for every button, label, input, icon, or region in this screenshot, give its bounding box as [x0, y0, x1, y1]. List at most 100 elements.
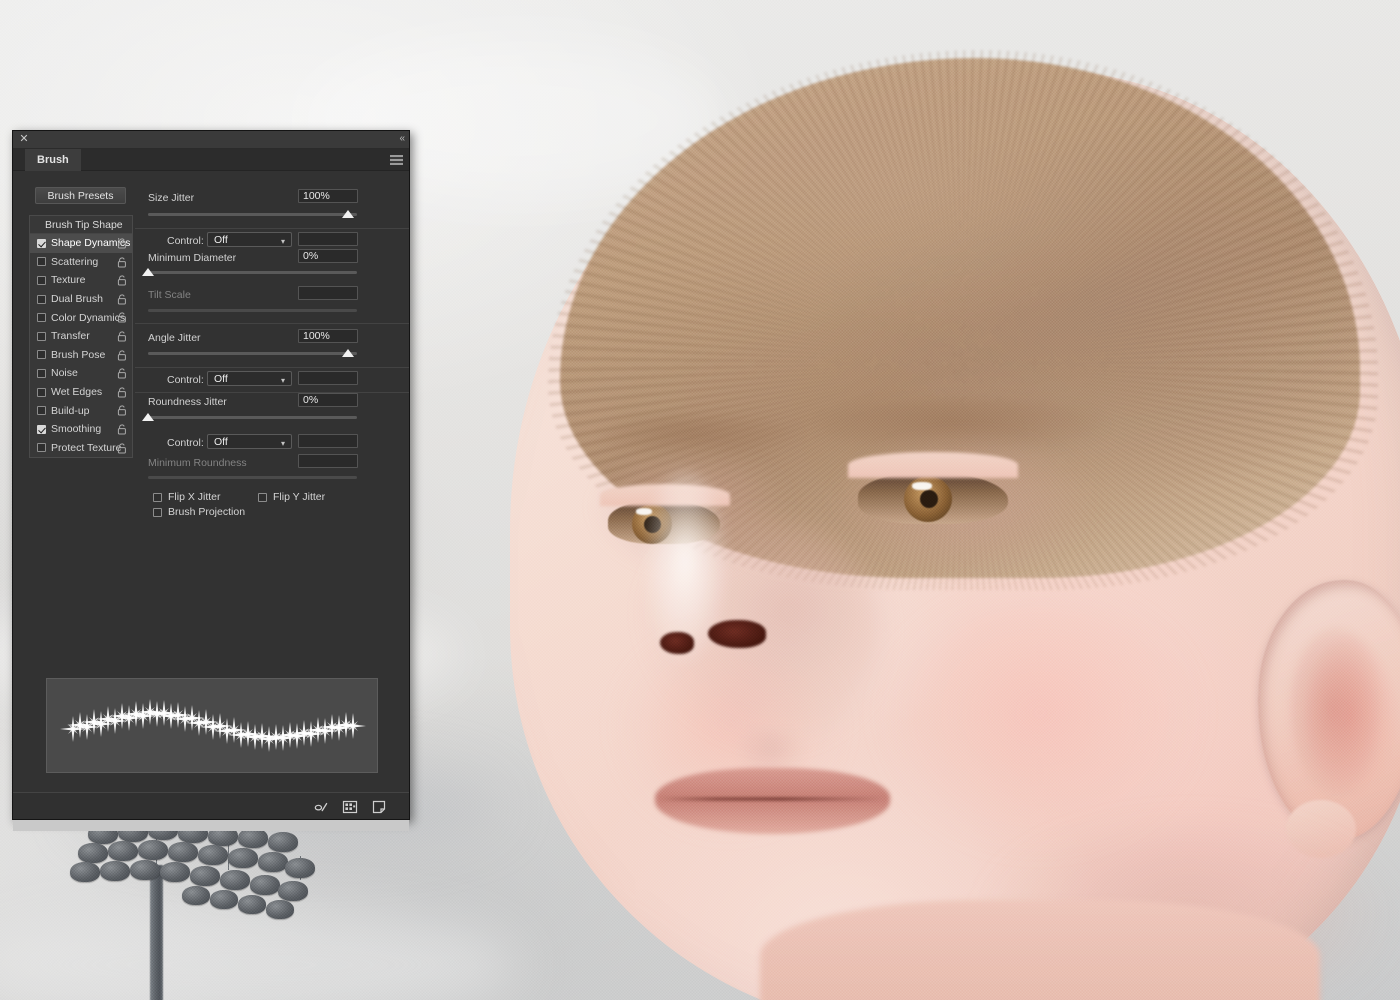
- minimum-roundness-slider-track: [148, 476, 357, 479]
- floodlight-lamp: [285, 858, 315, 878]
- angle-jitter-label: Angle Jitter: [148, 332, 201, 344]
- roundness-control-aux-value[interactable]: [298, 434, 358, 448]
- option-scattering[interactable]: Scattering: [30, 253, 132, 272]
- floodlight-lamp: [266, 900, 294, 919]
- option-noise[interactable]: Noise: [30, 364, 132, 383]
- checkbox-transfer[interactable]: [37, 331, 46, 341]
- minimum-diameter-value[interactable]: 0%: [298, 249, 358, 263]
- panel-bottom-edge: [13, 820, 409, 831]
- floodlight-lamp: [238, 895, 266, 914]
- checkbox-noise[interactable]: [37, 368, 46, 378]
- lock-icon[interactable]: [117, 424, 127, 435]
- checkbox-flip-x-jitter[interactable]: [153, 492, 162, 502]
- checkbox-texture[interactable]: [37, 275, 46, 285]
- checkbox-smoothing[interactable]: [37, 424, 46, 434]
- option-protect-texture[interactable]: Protect Texture: [30, 439, 132, 458]
- option-smoothing[interactable]: Smoothing: [30, 420, 132, 439]
- checkbox-dual-brush[interactable]: [37, 294, 46, 304]
- panel-tab-bar[interactable]: Brush: [13, 149, 409, 171]
- section-divider: [135, 323, 409, 324]
- checkbox-shape-dynamics[interactable]: [37, 238, 46, 248]
- brush-presets-button[interactable]: Brush Presets: [35, 187, 126, 204]
- minimum-diameter-slider-thumb[interactable]: [142, 268, 154, 276]
- option-wet-edges[interactable]: Wet Edges: [30, 383, 132, 402]
- checkbox-brush-projection[interactable]: [153, 507, 162, 517]
- new-brush-preset-icon[interactable]: [342, 799, 358, 815]
- create-new-brush-icon[interactable]: [371, 799, 387, 815]
- checkbox-brush-pose[interactable]: [37, 350, 46, 360]
- lock-icon[interactable]: [117, 275, 127, 286]
- lock-icon[interactable]: [117, 294, 127, 305]
- size-control-value: Off: [214, 234, 228, 246]
- flip-y-jitter-row[interactable]: Flip Y Jitter: [258, 491, 325, 503]
- option-dual-brush[interactable]: Dual Brush: [30, 290, 132, 309]
- checkbox-flip-y-jitter[interactable]: [258, 492, 267, 502]
- brush-tip-shape-item[interactable]: Brush Tip Shape: [30, 216, 132, 234]
- section-divider: [135, 228, 409, 229]
- tilt-scale-slider-track: [148, 309, 357, 312]
- lock-icon[interactable]: [117, 257, 127, 268]
- checkbox-wet-edges[interactable]: [37, 387, 46, 397]
- option-shape-dynamics[interactable]: Shape Dynamics: [30, 234, 132, 253]
- angle-control-aux-value[interactable]: [298, 371, 358, 385]
- angle-jitter-slider-thumb[interactable]: [342, 349, 354, 357]
- checkbox-build-up[interactable]: [37, 406, 46, 416]
- size-jitter-slider-thumb[interactable]: [342, 210, 354, 218]
- eye-right: [858, 472, 1008, 524]
- checkbox-color-dynamics[interactable]: [37, 313, 46, 323]
- size-control-select[interactable]: Off ▾: [207, 232, 292, 247]
- flip-x-jitter-row[interactable]: Flip X Jitter: [153, 491, 221, 503]
- size-jitter-slider-track[interactable]: [148, 213, 357, 216]
- option-label: Brush Pose: [51, 348, 106, 361]
- floodlight-lamp: [168, 842, 198, 862]
- checkbox-protect-texture[interactable]: [37, 443, 46, 453]
- lock-icon[interactable]: [117, 312, 127, 323]
- lock-icon[interactable]: [117, 387, 127, 398]
- floodlight-lamp: [108, 841, 138, 861]
- option-brush-pose[interactable]: Brush Pose: [30, 346, 132, 365]
- angle-control-select[interactable]: Off ▾: [207, 371, 292, 386]
- roundness-jitter-slider-thumb[interactable]: [142, 413, 154, 421]
- floodlight-lamp: [258, 852, 288, 872]
- lock-icon[interactable]: [117, 405, 127, 416]
- floodlight-lamp: [100, 861, 130, 881]
- option-color-dynamics[interactable]: Color Dynamics: [30, 308, 132, 327]
- floodlight-lamp: [138, 840, 168, 860]
- lock-icon[interactable]: [117, 368, 127, 379]
- floodlight-lamp: [182, 886, 210, 905]
- roundness-control-select[interactable]: Off ▾: [207, 434, 292, 449]
- option-label: Build-up: [51, 404, 90, 417]
- collapse-panel-icon[interactable]: «: [399, 133, 404, 145]
- option-transfer[interactable]: Transfer: [30, 327, 132, 346]
- lock-icon[interactable]: [117, 331, 127, 342]
- toggle-brush-panel-icon[interactable]: [313, 799, 329, 815]
- lock-icon[interactable]: [117, 238, 127, 249]
- brush-projection-row[interactable]: Brush Projection: [153, 506, 245, 518]
- angle-jitter-value[interactable]: 100%: [298, 329, 358, 343]
- size-jitter-value[interactable]: 100%: [298, 189, 358, 203]
- lock-icon[interactable]: [117, 350, 127, 361]
- option-label: Wet Edges: [51, 386, 103, 399]
- option-label: Protect Texture: [51, 441, 122, 454]
- angle-jitter-slider-track[interactable]: [148, 352, 357, 355]
- pupil-right: [920, 490, 938, 508]
- size-control-aux-value[interactable]: [298, 232, 358, 246]
- floodlight-lamp: [238, 828, 268, 848]
- flip-y-jitter-label: Flip Y Jitter: [273, 491, 326, 503]
- panel-title-bar[interactable]: ✕ «: [13, 131, 409, 149]
- lock-icon[interactable]: [117, 442, 127, 454]
- roundness-jitter-slider-track[interactable]: [148, 416, 357, 419]
- checkbox-scattering[interactable]: [37, 257, 46, 267]
- minimum-diameter-slider-track[interactable]: [148, 271, 357, 274]
- panel-menu-icon[interactable]: [390, 155, 403, 165]
- flip-x-jitter-label: Flip X Jitter: [168, 491, 221, 503]
- close-icon[interactable]: ✕: [18, 133, 30, 145]
- brush-panel[interactable]: ✕ « Brush Brush Presets Brush Tip Shape …: [12, 130, 410, 831]
- tab-brush[interactable]: Brush: [25, 149, 81, 171]
- panel-body: Brush Presets Brush Tip Shape Shape Dyna…: [13, 171, 409, 819]
- roundness-jitter-value[interactable]: 0%: [298, 393, 358, 407]
- section-divider: [135, 392, 409, 393]
- option-build-up[interactable]: Build-up: [30, 401, 132, 420]
- brush-options-list[interactable]: Brush Tip Shape Shape Dynamics Scatterin…: [29, 215, 133, 459]
- option-texture[interactable]: Texture: [30, 271, 132, 290]
